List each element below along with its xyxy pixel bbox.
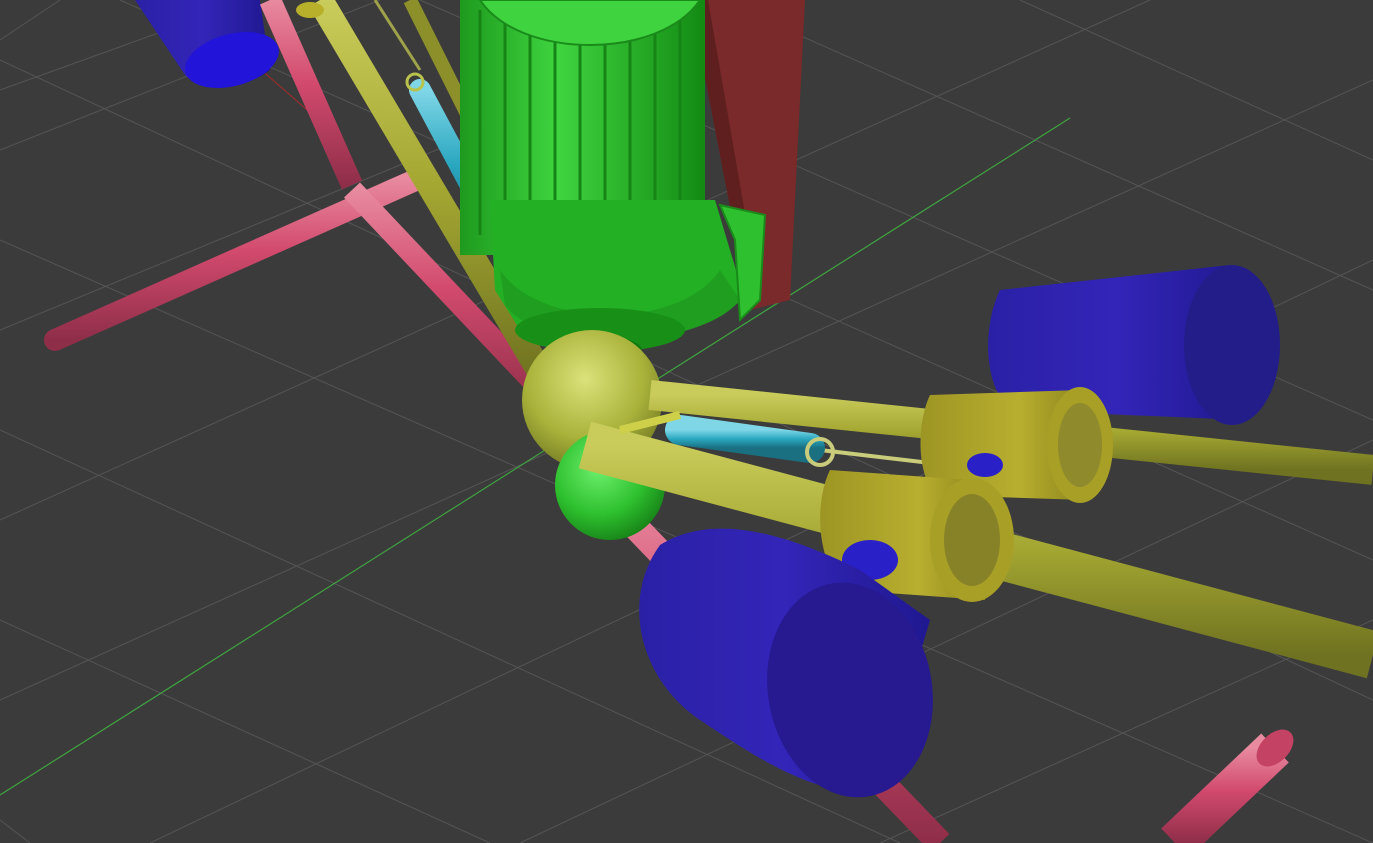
blue-knob-upper — [967, 453, 1003, 477]
scene-canvas[interactable] — [0, 0, 1373, 843]
3d-viewport[interactable] — [0, 0, 1373, 843]
